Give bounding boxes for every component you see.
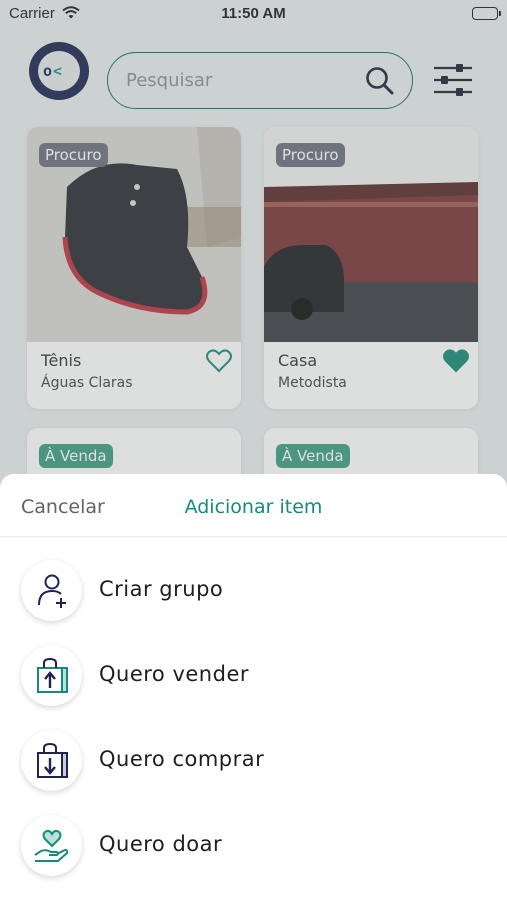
option-create-group[interactable]: Criar grupo	[0, 557, 507, 629]
add-item-sheet: Adicionar item Cancelar Criar grupo Quer…	[0, 474, 507, 900]
cancel-button[interactable]: Cancelar	[21, 496, 105, 518]
option-sell[interactable]: Quero vender	[0, 642, 507, 714]
heart-hand-icon	[21, 815, 82, 876]
option-label: Quero doar	[99, 832, 223, 856]
divider	[0, 536, 507, 537]
shopping-bag-down-icon	[21, 730, 82, 791]
option-label: Criar grupo	[99, 577, 224, 601]
add-user-icon	[21, 560, 82, 621]
option-label: Quero vender	[99, 662, 249, 686]
option-label: Quero comprar	[99, 747, 265, 771]
option-buy[interactable]: Quero comprar	[0, 727, 507, 799]
option-donate[interactable]: Quero doar	[0, 812, 507, 884]
shopping-bag-up-icon	[21, 645, 82, 706]
